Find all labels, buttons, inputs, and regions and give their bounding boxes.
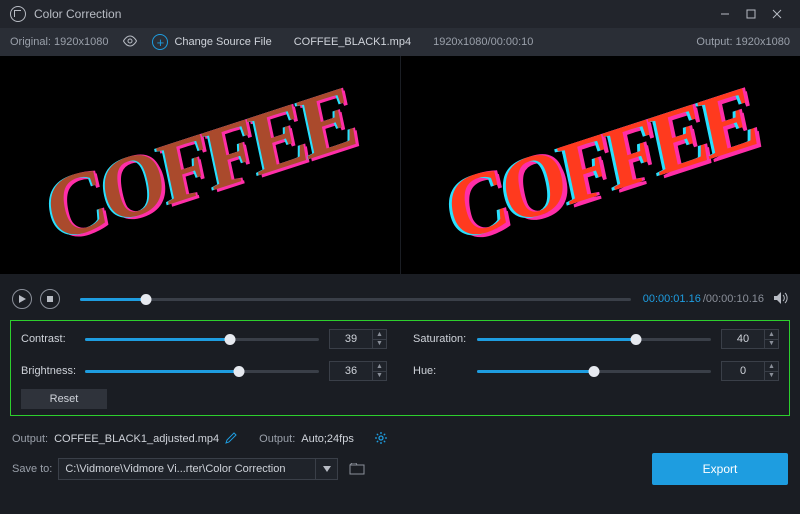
preview-toggle-icon[interactable] bbox=[122, 35, 138, 50]
brightness-step-down[interactable]: ▼ bbox=[373, 372, 386, 381]
transport-bar: 00:00:01.16 /00:00:10.16 bbox=[0, 282, 800, 316]
preview-content-output: COFFEE bbox=[441, 77, 760, 253]
saturation-slider[interactable] bbox=[477, 338, 711, 341]
save-label: Save to: bbox=[12, 463, 52, 475]
output-format-value: Auto;24fps bbox=[301, 433, 354, 445]
brightness-slider[interactable] bbox=[85, 370, 319, 373]
save-path-dropdown[interactable] bbox=[316, 458, 338, 480]
contrast-control: Contrast: ▲▼ bbox=[21, 329, 387, 349]
hue-step-up[interactable]: ▲ bbox=[765, 362, 778, 372]
hue-step-down[interactable]: ▼ bbox=[765, 372, 778, 381]
output-filename: COFFEE_BLACK1_adjusted.mp4 bbox=[54, 433, 219, 445]
saturation-step-down[interactable]: ▼ bbox=[765, 340, 778, 349]
contrast-slider[interactable] bbox=[85, 338, 319, 341]
save-path-field[interactable]: C:\Vidmore\Vidmore Vi...rter\Color Corre… bbox=[58, 458, 316, 480]
reset-button[interactable]: Reset bbox=[21, 389, 107, 409]
change-source-button[interactable]: Change Source File bbox=[174, 36, 271, 48]
open-folder-icon[interactable] bbox=[344, 458, 370, 480]
window-title: Color Correction bbox=[34, 7, 712, 21]
seek-slider[interactable] bbox=[80, 298, 631, 301]
save-path-text: C:\Vidmore\Vidmore Vi...rter\Color Corre… bbox=[65, 463, 285, 475]
source-filename: COFFEE_BLACK1.mp4 bbox=[294, 36, 411, 48]
stop-button[interactable] bbox=[40, 289, 60, 309]
output-res-label: Output: 1920x1080 bbox=[696, 36, 790, 48]
add-source-icon[interactable]: + bbox=[152, 34, 168, 50]
output-format-label: Output: bbox=[259, 433, 295, 445]
preview-area: COFFEE COFFEE bbox=[0, 56, 800, 274]
brightness-input[interactable] bbox=[329, 361, 373, 381]
time-current: 00:00:01.16 bbox=[643, 293, 701, 305]
output-row: Output: COFFEE_BLACK1_adjusted.mp4 Outpu… bbox=[0, 424, 800, 454]
toolbar: Original: 1920x1080 + Change Source File… bbox=[0, 28, 800, 56]
titlebar: Color Correction bbox=[0, 0, 800, 28]
output-label: Output: bbox=[12, 433, 48, 445]
preview-content-original: COFFEE bbox=[40, 77, 359, 253]
hue-input[interactable] bbox=[721, 361, 765, 381]
hue-control: Hue: ▲▼ bbox=[413, 361, 779, 381]
saturation-label: Saturation: bbox=[413, 333, 477, 345]
seek-fill bbox=[80, 298, 146, 301]
contrast-label: Contrast: bbox=[21, 333, 85, 345]
contrast-step-down[interactable]: ▼ bbox=[373, 340, 386, 349]
adjustments-panel: Contrast: ▲▼ Saturation: ▲▼ Brightness: … bbox=[10, 320, 790, 416]
settings-icon[interactable] bbox=[374, 431, 388, 448]
brightness-control: Brightness: ▲▼ bbox=[21, 361, 387, 381]
export-button[interactable]: Export bbox=[652, 453, 788, 485]
preview-output: COFFEE bbox=[401, 56, 800, 274]
play-button[interactable] bbox=[12, 289, 32, 309]
saturation-control: Saturation: ▲▼ bbox=[413, 329, 779, 349]
hue-slider[interactable] bbox=[477, 370, 711, 373]
close-button[interactable] bbox=[764, 5, 790, 23]
app-logo-icon bbox=[10, 6, 26, 22]
brightness-label: Brightness: bbox=[21, 365, 85, 377]
rename-icon[interactable] bbox=[225, 432, 237, 447]
contrast-step-up[interactable]: ▲ bbox=[373, 330, 386, 340]
hue-label: Hue: bbox=[413, 365, 477, 377]
maximize-button[interactable] bbox=[738, 5, 764, 23]
preview-original: COFFEE bbox=[0, 56, 401, 274]
volume-icon[interactable] bbox=[774, 292, 788, 307]
contrast-input[interactable] bbox=[329, 329, 373, 349]
saturation-input[interactable] bbox=[721, 329, 765, 349]
saturation-step-up[interactable]: ▲ bbox=[765, 330, 778, 340]
seek-thumb[interactable] bbox=[141, 294, 152, 305]
source-meta: 1920x1080/00:00:10 bbox=[433, 36, 533, 48]
original-res-label: Original: 1920x1080 bbox=[10, 36, 108, 48]
save-row: Save to: C:\Vidmore\Vidmore Vi...rter\Co… bbox=[0, 454, 800, 484]
minimize-button[interactable] bbox=[712, 5, 738, 23]
brightness-step-up[interactable]: ▲ bbox=[373, 362, 386, 372]
time-total: /00:00:10.16 bbox=[703, 293, 764, 305]
